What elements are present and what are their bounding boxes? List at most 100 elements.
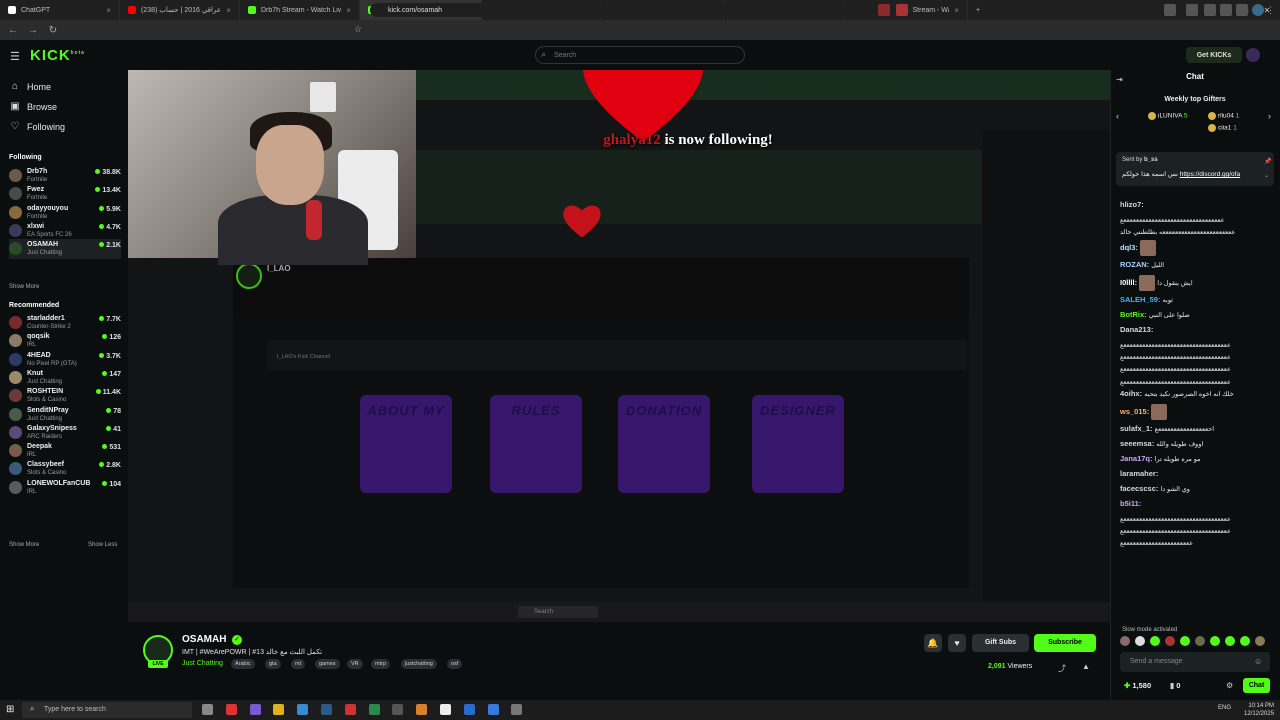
close-tab-icon[interactable]: ×: [106, 6, 111, 15]
emote-icon[interactable]: [1225, 636, 1235, 646]
browser-tab[interactable]: Drb7h Stream - Watch Live on K ×: [240, 0, 360, 20]
sidebar-channel[interactable]: odayyouyou Fortnite 5.9K: [9, 203, 121, 223]
chevron-right-icon[interactable]: ›: [1268, 111, 1271, 121]
chat-username[interactable]: seeemsa:: [1120, 439, 1154, 448]
stream-tag[interactable]: osf: [447, 659, 463, 669]
stream-category[interactable]: Just Chatting: [182, 660, 223, 667]
extension-icon[interactable]: [1204, 4, 1216, 16]
edge-icon[interactable]: [463, 704, 475, 715]
sidebar-channel[interactable]: Classybeef Slots & Casino 2.8K: [9, 459, 121, 479]
notification-bell-button[interactable]: 🔔: [924, 634, 942, 652]
stream-tag[interactable]: VR: [347, 659, 363, 669]
browser-tab[interactable]: ChatGPT ×: [0, 0, 120, 20]
app-icon[interactable]: [487, 704, 499, 715]
chat-username[interactable]: sulafx_1:: [1120, 424, 1153, 433]
points-balance[interactable]: ▮ 0: [1170, 681, 1180, 690]
sidebar-channel[interactable]: SenditNPray Just Chatting 78: [9, 405, 121, 425]
chat-username[interactable]: 4oihx:: [1120, 389, 1142, 398]
stream-tag[interactable]: justchatting: [401, 659, 437, 669]
back-icon[interactable]: ←: [6, 23, 20, 37]
chat-send-button[interactable]: Chat: [1243, 678, 1270, 693]
gift-subs-button[interactable]: Gift Subs: [972, 634, 1029, 652]
language-indicator[interactable]: ENG: [1218, 705, 1231, 711]
sidebar-nav-browse[interactable]: ▣ Browse: [10, 101, 57, 112]
subscribe-button[interactable]: Subscribe: [1034, 634, 1096, 652]
emote-icon[interactable]: [1240, 636, 1250, 646]
get-kicks-button[interactable]: Get KICKs: [1186, 47, 1242, 63]
top-gifter[interactable]: ciia1 1: [1208, 124, 1237, 132]
chrome-icon[interactable]: [440, 704, 451, 715]
sidebar-channel[interactable]: GalaxySnipess ARC Raiders 41: [9, 423, 121, 443]
app-icon[interactable]: [344, 704, 356, 715]
browser-tab[interactable]: تحدي ارقايف عراقي 2016 | حساب (238) ×: [120, 0, 240, 20]
extension-icon[interactable]: [878, 4, 890, 16]
windows-search-input[interactable]: Type here to search: [22, 702, 192, 718]
chat-username[interactable]: ROZAN:: [1120, 260, 1149, 269]
close-tab-icon[interactable]: ×: [954, 6, 959, 15]
chat-username[interactable]: ws_015:: [1120, 407, 1149, 416]
chevron-down-icon[interactable]: ⌄: [1264, 172, 1269, 179]
close-tab-icon[interactable]: ×: [346, 6, 351, 15]
share-icon[interactable]: ⤴: [1058, 663, 1066, 674]
extension-icon[interactable]: [1220, 4, 1232, 16]
chat-username[interactable]: BotRix:: [1120, 310, 1147, 319]
emote-icon[interactable]: [1255, 636, 1265, 646]
app-icon[interactable]: [511, 704, 523, 715]
gear-icon[interactable]: ⚙: [1226, 681, 1233, 690]
forward-icon[interactable]: →: [26, 23, 40, 37]
kick-logo[interactable]: KICKbeta: [30, 47, 85, 64]
top-gifter[interactable]: iLUNIVA 5: [1148, 112, 1188, 120]
sidebar-nav-following[interactable]: ♡ Following: [10, 121, 66, 132]
sidebar-channel[interactable]: ROSHTEIN Slots & Casino 11.4K: [9, 386, 121, 406]
extension-icon[interactable]: [1186, 4, 1198, 16]
stream-tag[interactable]: Arabic: [231, 659, 255, 669]
extension-icon[interactable]: [896, 4, 908, 16]
reload-icon[interactable]: ↻: [46, 23, 60, 37]
stream-tag[interactable]: gta: [265, 659, 281, 669]
app-icon[interactable]: [416, 704, 428, 715]
stream-tag[interactable]: games: [315, 659, 340, 669]
extension-icon[interactable]: [1164, 4, 1176, 16]
sidebar-channel[interactable]: Knut Just Chatting 147: [9, 368, 121, 388]
user-avatar[interactable]: [1246, 48, 1260, 62]
vscode-icon[interactable]: [297, 704, 309, 715]
sidebar-channel[interactable]: xlxwi EA Sports FC 26 4.7K: [9, 221, 121, 241]
video-player[interactable]: I_LAO I_LAO's Kick Channel ABOUT MY RULES…: [128, 70, 1110, 622]
stream-tag[interactable]: mt: [291, 659, 306, 669]
chat-username[interactable]: SALEH_59:: [1120, 295, 1160, 304]
sidebar-channel[interactable]: Drb7h Fortnite 38.8K: [9, 166, 121, 186]
search-input[interactable]: Search: [535, 46, 745, 64]
chat-username[interactable]: Jana17q:: [1120, 454, 1153, 463]
sidebar-channel[interactable]: LONEWOLFanCUB IRL 104: [9, 478, 121, 498]
show-less-recommended[interactable]: Show Less: [88, 542, 117, 548]
emote-icon[interactable]: [1210, 636, 1220, 646]
streamer-name[interactable]: OSAMAH: [182, 634, 226, 645]
follow-heart-button[interactable]: ♥: [948, 634, 966, 652]
sidebar-channel[interactable]: qoqsik IRL 126: [9, 331, 121, 351]
sidebar-nav-home[interactable]: ⌂ Home: [10, 81, 51, 92]
stream-tag[interactable]: mtrp: [371, 659, 390, 669]
sidebar-channel[interactable]: starladder1 Counter-Strike 2 7.7K: [9, 313, 121, 333]
close-tab-icon[interactable]: ×: [226, 6, 231, 15]
chat-username[interactable]: laramaher:: [1120, 469, 1158, 478]
menu-icon[interactable]: ⋮: [1266, 4, 1278, 16]
app-icon[interactable]: [392, 704, 404, 715]
top-gifter[interactable]: rllu04 1: [1208, 112, 1239, 120]
more-icon[interactable]: ▲: [1082, 662, 1090, 671]
show-more-following[interactable]: Show More: [9, 284, 39, 290]
steam-icon[interactable]: [321, 704, 332, 715]
taskbar-clock[interactable]: 10:14 PM 12/12/2025: [1244, 702, 1274, 718]
brave-icon[interactable]: [225, 704, 237, 715]
hamburger-icon[interactable]: ☰: [10, 50, 20, 63]
pinned-link[interactable]: https://discord.gg/ofa: [1180, 171, 1240, 178]
chevron-left-icon[interactable]: ‹: [1116, 111, 1119, 121]
emoji-icon[interactable]: ☺: [1254, 657, 1262, 666]
chat-username[interactable]: dql3:: [1120, 243, 1138, 252]
emote-icon[interactable]: [1120, 636, 1130, 646]
bookmark-icon[interactable]: ☆: [354, 24, 362, 35]
chat-username[interactable]: hlizo7:: [1120, 200, 1144, 209]
excel-icon[interactable]: [368, 704, 380, 715]
emote-icon[interactable]: [1165, 636, 1175, 646]
chat-username[interactable]: I0llll:: [1120, 278, 1137, 287]
chat-input[interactable]: Send a message: [1120, 652, 1270, 672]
